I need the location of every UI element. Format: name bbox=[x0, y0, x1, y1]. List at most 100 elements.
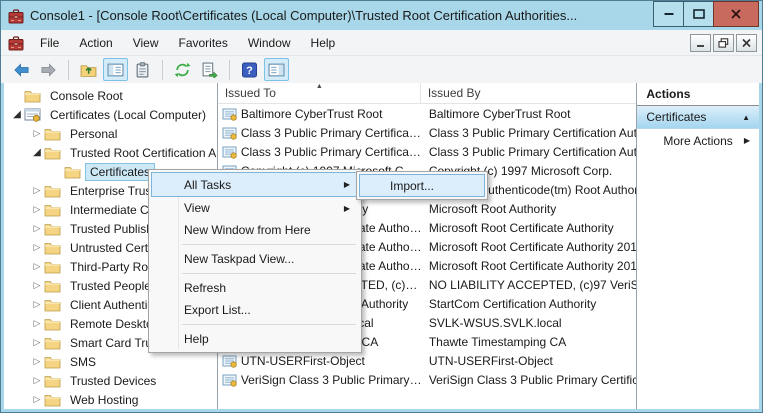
tree-item-trusted-root-certification-authorities[interactable]: ◢ Trusted Root Certification Authorities bbox=[4, 143, 217, 162]
cert-store-icon bbox=[24, 108, 41, 122]
tree-item-console-root[interactable]: Console Root bbox=[4, 86, 217, 105]
tree-item-personal[interactable]: ▷ Personal bbox=[4, 124, 217, 143]
tree-item-trusted-devices[interactable]: ▷ Trusted Devices bbox=[4, 371, 217, 390]
menu-action[interactable]: Action bbox=[69, 30, 122, 55]
expand-arrow-icon[interactable]: ▷ bbox=[30, 219, 44, 238]
tree-item-label: Certificates (Local Computer) bbox=[50, 107, 207, 122]
issued-to-cell: Class 3 Public Primary Certification Aut… bbox=[240, 144, 422, 159]
collapse-arrow-icon[interactable]: ◢ bbox=[10, 105, 24, 124]
tree-item-certificates-local-computer[interactable]: ◢ Certificates (Local Computer) bbox=[4, 105, 217, 124]
expand-arrow-icon[interactable]: ▷ bbox=[30, 181, 44, 200]
expand-arrow-icon[interactable]: ▷ bbox=[30, 124, 44, 143]
close-button[interactable] bbox=[713, 1, 759, 27]
folder-icon bbox=[64, 165, 81, 179]
context-menu-item-refresh[interactable]: Refresh bbox=[151, 277, 359, 299]
tree-item-label: Personal bbox=[70, 126, 118, 141]
export-list-button[interactable] bbox=[197, 58, 222, 81]
table-row[interactable]: UTN-USERFirst-Object UTN-USERFirst-Object bbox=[218, 351, 637, 370]
context-menu-item-view[interactable]: View ▶ bbox=[151, 197, 359, 219]
context-menu-item-new-taskpad-view[interactable]: New Taskpad View... bbox=[151, 248, 359, 270]
tree-item-web-hosting[interactable]: ▷ Web Hosting bbox=[4, 390, 217, 409]
table-row[interactable]: VeriSign Class 3 Public Primary Certific… bbox=[218, 370, 636, 389]
expand-arrow-icon[interactable]: ▷ bbox=[30, 314, 44, 333]
actions-section-label: Certificates bbox=[646, 110, 707, 124]
expand-arrow-icon[interactable]: ▷ bbox=[30, 295, 44, 314]
folder-icon bbox=[44, 222, 61, 236]
issued-by-cell: StartCom Certification Authority bbox=[428, 296, 597, 311]
expand-arrow-icon[interactable]: ▷ bbox=[30, 371, 44, 390]
expand-arrow-icon[interactable]: ▷ bbox=[30, 238, 44, 257]
expand-arrow-icon[interactable]: ▷ bbox=[30, 390, 44, 409]
context-menu-item-label: All Tasks bbox=[184, 177, 232, 192]
back-button[interactable] bbox=[9, 58, 34, 81]
context-menu-item-label: Refresh bbox=[184, 281, 227, 295]
column-header-issued-by[interactable]: Issued By bbox=[421, 83, 637, 103]
issued-by-label: Issued By bbox=[427, 86, 481, 100]
folder-icon bbox=[44, 393, 61, 407]
tree-item-label: Certificates bbox=[85, 162, 156, 181]
menu-file[interactable]: File bbox=[30, 30, 69, 55]
issued-to-cell: Class 3 Public Primary Certification Aut… bbox=[240, 125, 422, 140]
folder-icon bbox=[44, 317, 61, 331]
child-window-controls bbox=[690, 33, 757, 52]
context-menu-item-help[interactable]: Help bbox=[151, 328, 359, 350]
show-action-pane-icon bbox=[268, 62, 285, 78]
up-one-level-button[interactable] bbox=[76, 58, 101, 81]
table-row[interactable]: Class 3 Public Primary Certification Aut… bbox=[218, 123, 636, 142]
expand-arrow-icon[interactable]: ▷ bbox=[30, 257, 44, 276]
issued-by-cell: Class 3 Public Primary Certification Aut… bbox=[428, 144, 637, 159]
expand-arrow-icon[interactable]: ▷ bbox=[30, 333, 44, 352]
up-one-level-icon bbox=[80, 62, 97, 78]
help-icon: ? bbox=[241, 62, 258, 78]
actions-section-certificates[interactable]: Certificates ▲ bbox=[637, 106, 759, 129]
mmc-console-window: Console1 - [Console Root\Certificates (L… bbox=[0, 0, 763, 413]
context-menu-item-all-tasks[interactable]: All Tasks ▶ bbox=[151, 172, 359, 197]
tree-item-sms[interactable]: ▷ SMS bbox=[4, 352, 217, 371]
properties-button[interactable] bbox=[130, 58, 155, 81]
menu-window[interactable]: Window bbox=[238, 30, 301, 55]
minimize-button[interactable] bbox=[653, 1, 684, 27]
collapse-section-icon[interactable]: ▲ bbox=[742, 113, 750, 122]
window-title: Console1 - [Console Root\Certificates (L… bbox=[30, 8, 578, 23]
properties-icon bbox=[134, 61, 151, 78]
maximize-button[interactable] bbox=[683, 1, 714, 27]
folder-icon bbox=[44, 241, 61, 255]
table-row[interactable]: Class 3 Public Primary Certification Aut… bbox=[218, 142, 637, 161]
show-console-tree-button[interactable] bbox=[103, 58, 128, 81]
expand-arrow-icon[interactable]: ▷ bbox=[30, 200, 44, 219]
collapse-arrow-icon[interactable]: ◢ bbox=[30, 143, 44, 162]
issued-by-cell: Microsoft Root Authority bbox=[428, 201, 557, 216]
child-minimize-button[interactable] bbox=[690, 33, 711, 52]
menu-separator bbox=[182, 324, 356, 325]
refresh-button[interactable] bbox=[170, 58, 195, 81]
show-console-tree-icon bbox=[107, 62, 124, 78]
submenu-item-label: Import... bbox=[390, 178, 435, 193]
folder-icon bbox=[44, 298, 61, 312]
tree-item-label: Trusted Root Certification Authorities bbox=[70, 145, 217, 160]
context-menu-item-export-list[interactable]: Export List... bbox=[151, 299, 359, 321]
sort-ascending-icon: ▲ bbox=[315, 83, 323, 90]
tree-item-label: Trusted People bbox=[70, 278, 151, 293]
more-actions-item[interactable]: More Actions ▶ bbox=[637, 129, 759, 152]
column-header-issued-to[interactable]: Issued To ▲ bbox=[218, 83, 421, 103]
certificate-icon bbox=[222, 145, 238, 159]
folder-icon bbox=[24, 89, 41, 103]
menu-help[interactable]: Help bbox=[301, 30, 346, 55]
forward-button[interactable] bbox=[36, 58, 61, 81]
more-actions-arrow-icon: ▶ bbox=[743, 136, 750, 145]
child-restore-button[interactable] bbox=[713, 33, 734, 52]
child-close-button[interactable] bbox=[736, 33, 757, 52]
help-button[interactable]: ? bbox=[237, 58, 262, 81]
issued-to-cell: VeriSign Class 3 Public Primary Certific… bbox=[240, 372, 422, 387]
menu-view[interactable]: View bbox=[123, 30, 169, 55]
menu-favorites[interactable]: Favorites bbox=[169, 30, 238, 55]
issued-by-cell: SVLK-WSUS.SVLK.local bbox=[428, 315, 562, 330]
console-child-icon bbox=[8, 35, 24, 51]
submenu-item-import[interactable]: Import... bbox=[359, 174, 485, 197]
expand-arrow-icon[interactable]: ▷ bbox=[30, 276, 44, 295]
table-row[interactable]: Baltimore CyberTrust Root Baltimore Cyber… bbox=[218, 104, 637, 123]
show-action-pane-button[interactable] bbox=[264, 58, 289, 81]
context-menu-item-new-window-from-here[interactable]: New Window from Here bbox=[151, 219, 359, 241]
expand-arrow-icon[interactable]: ▷ bbox=[30, 352, 44, 371]
certificate-icon bbox=[222, 107, 238, 121]
